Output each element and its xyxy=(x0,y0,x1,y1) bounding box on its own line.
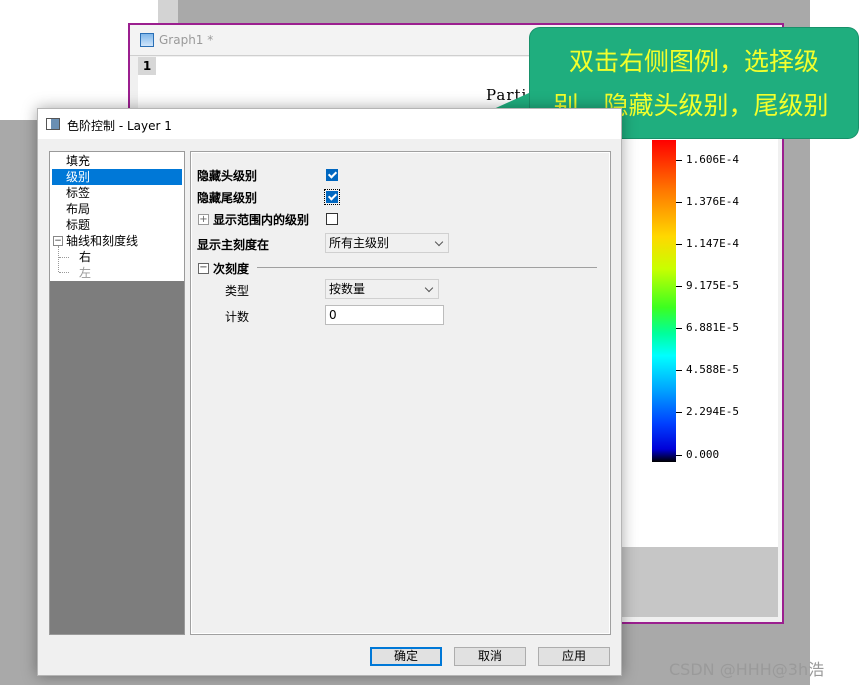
watermark: CSDN @HHH@3h浩 xyxy=(669,660,825,679)
tree-item-layout[interactable]: 布局 xyxy=(66,201,90,217)
show-levels-in-range-checkbox[interactable] xyxy=(326,213,338,225)
show-major-ticks-at-label: 显示主刻度在 xyxy=(197,238,270,252)
tree-item-fill[interactable]: 填充 xyxy=(66,153,90,169)
color-scale-control-dialog[interactable]: 色阶控制 - Layer 1 填充 级别 标签 布局 标题 − 轴线和刻度线 右… xyxy=(37,108,622,676)
tree-item-labels[interactable]: 标签 xyxy=(66,185,90,201)
minor-ticks-type-value: 按数量 xyxy=(329,282,366,296)
color-scale-label[interactable]: 6.881E-5 xyxy=(686,321,739,334)
color-scale-tick xyxy=(676,412,682,413)
layer-tag[interactable]: 1 xyxy=(138,57,156,75)
chevron-down-icon xyxy=(424,283,434,293)
tree-connector xyxy=(59,272,69,274)
hide-tail-level-checkbox[interactable] xyxy=(324,189,340,205)
color-scale-label[interactable]: 4.588E-5 xyxy=(686,363,739,376)
ok-button[interactable]: 确定 xyxy=(370,647,442,666)
color-scale-label[interactable]: 2.294E-5 xyxy=(686,405,739,418)
color-scale-tick xyxy=(676,202,682,203)
settings-tree[interactable]: 填充 级别 标签 布局 标题 − 轴线和刻度线 右 左 xyxy=(49,151,185,635)
tree-connector xyxy=(58,246,60,272)
tree-item-left[interactable]: 左 xyxy=(79,265,91,281)
group-separator xyxy=(257,267,597,268)
color-scale-label[interactable]: 0.000 xyxy=(686,448,719,461)
tree-item-title[interactable]: 标题 xyxy=(66,217,90,233)
tree-item-levels[interactable]: 级别 xyxy=(52,169,182,185)
color-scale-label[interactable]: 1.606E-4 xyxy=(686,153,739,166)
hide-head-level-label: 隐藏头级别 xyxy=(197,169,258,183)
tree-item-right[interactable]: 右 xyxy=(79,249,91,265)
tree-item-axis-ticks[interactable]: 轴线和刻度线 xyxy=(66,233,138,249)
graph-title: Graph1 * xyxy=(159,33,214,47)
minor-ticks-count-input[interactable]: 0 xyxy=(325,305,444,325)
minor-ticks-count-label: 计数 xyxy=(225,310,250,324)
show-major-ticks-at-value: 所有主级别 xyxy=(329,236,390,250)
color-scale-tick xyxy=(676,455,682,456)
chevron-down-icon xyxy=(434,237,444,247)
collapse-icon[interactable]: − xyxy=(198,263,209,274)
color-scale-tick xyxy=(676,160,682,161)
cancel-button[interactable]: 取消 xyxy=(454,647,526,666)
dialog-icon xyxy=(46,118,60,130)
graph-window-icon xyxy=(140,33,154,47)
show-levels-in-range-label: 显示范围内的级别 xyxy=(213,213,310,227)
color-scale-label[interactable]: 9.175E-5 xyxy=(686,279,739,292)
dialog-title: 色阶控制 - Layer 1 xyxy=(67,119,172,133)
color-scale-tick xyxy=(676,286,682,287)
color-scale-tick xyxy=(676,370,682,371)
expand-icon[interactable]: + xyxy=(198,214,209,225)
levels-settings-panel: 隐藏头级别 隐藏尾级别 + 显示范围内的级别 显示主刻度在 所有主级别 − 次刻… xyxy=(190,151,611,635)
tree-collapse-icon[interactable]: − xyxy=(53,236,63,246)
color-scale-tick xyxy=(676,328,682,329)
apply-button[interactable]: 应用 xyxy=(538,647,610,666)
show-major-ticks-at-select[interactable]: 所有主级别 xyxy=(325,233,449,253)
callout-line-1: 双击右侧图例，选择级 xyxy=(568,47,819,76)
hide-tail-level-label: 隐藏尾级别 xyxy=(197,191,258,205)
minor-ticks-type-label: 类型 xyxy=(225,284,250,298)
color-scale-label[interactable]: 1.376E-4 xyxy=(686,195,739,208)
dialog-titlebar[interactable]: 色阶控制 - Layer 1 xyxy=(38,109,621,139)
color-scale-label[interactable]: 1.147E-4 xyxy=(686,237,739,250)
color-scale-bar[interactable] xyxy=(652,140,676,462)
color-scale-tick xyxy=(676,244,682,245)
tree-connector xyxy=(59,257,69,259)
hide-head-level-checkbox[interactable] xyxy=(326,169,338,181)
minor-ticks-group-label: 次刻度 xyxy=(213,262,250,276)
minor-ticks-type-select[interactable]: 按数量 xyxy=(325,279,439,299)
